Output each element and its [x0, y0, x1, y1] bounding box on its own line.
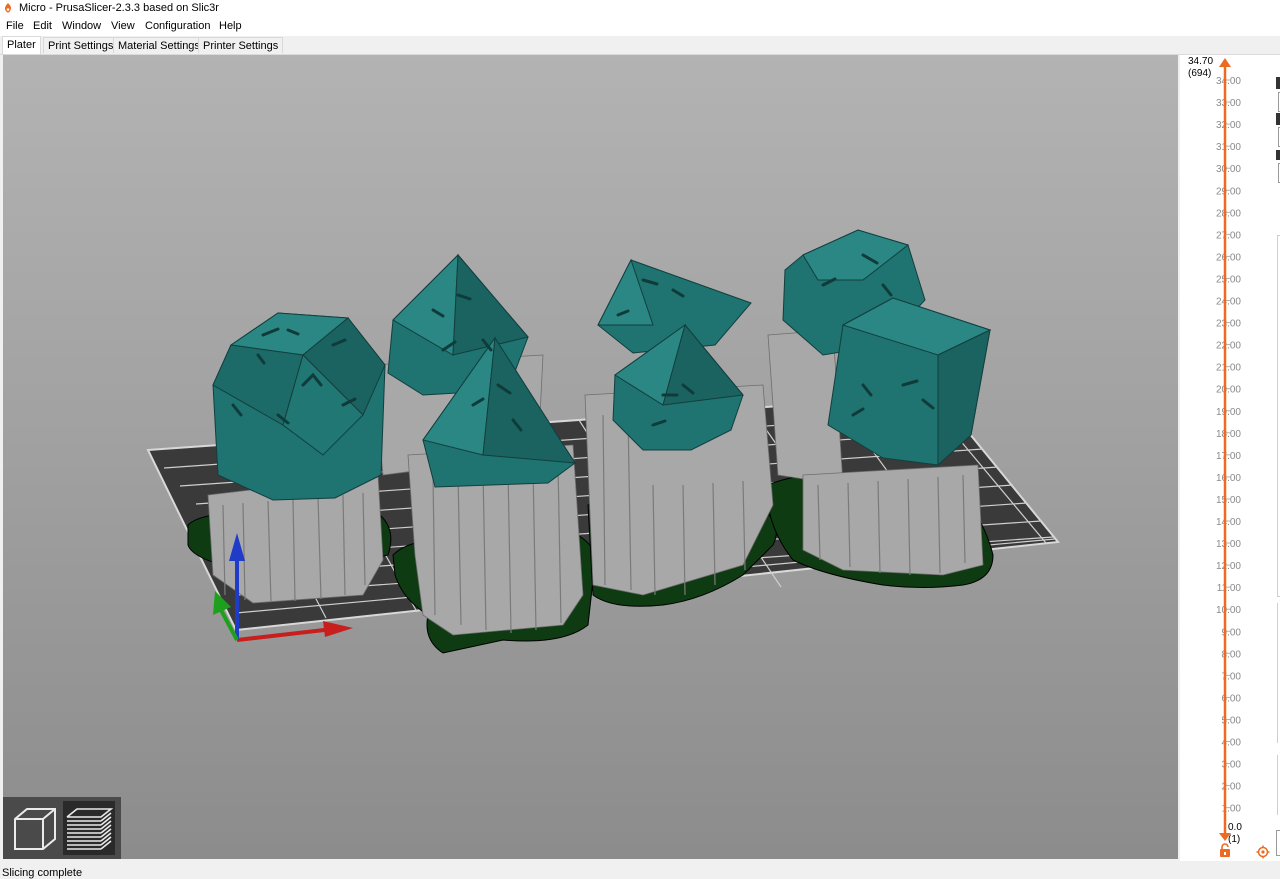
title-bar: Micro - PrusaSlicer-2.3.3 based on Slic3…	[0, 0, 1280, 17]
slider-tick-label: 19.00	[1216, 407, 1241, 418]
slider-tick-label: 26.00	[1216, 252, 1241, 263]
slider-tick-label: 33.00	[1216, 98, 1241, 109]
window-title: Micro - PrusaSlicer-2.3.3 based on Slic3…	[19, 2, 219, 14]
layer-slider[interactable]: 34.00 33.00 32.00 31.00 30.00 29.00 28.00 27.00…	[1180, 55, 1242, 861]
slider-tick-label: 30.00	[1216, 164, 1241, 175]
menu-bar: File Edit Window View Configuration Help	[0, 17, 1280, 36]
layers-icon	[66, 808, 114, 850]
sidebar-slice-button-fragment[interactable]	[1276, 830, 1280, 856]
slider-tick-label: 25.00	[1216, 274, 1241, 285]
3d-viewport[interactable]	[3, 55, 1178, 859]
cube-icon	[14, 808, 56, 850]
tab-printer-settings[interactable]: Printer Settings	[198, 37, 284, 53]
slider-tick-label: 23.00	[1216, 319, 1241, 330]
menu-edit[interactable]: Edit	[33, 20, 52, 32]
slider-ticks: 34.00 33.00 32.00 31.00 30.00 29.00 28.00 27.00…	[1216, 76, 1241, 815]
settings-gear-icon[interactable]	[1256, 845, 1270, 859]
slider-tick-label: 10.00	[1216, 605, 1241, 616]
slider-tick-label: 21.00	[1216, 363, 1241, 374]
menu-view[interactable]: View	[111, 20, 135, 32]
tab-material-settings[interactable]: Material Settings	[113, 37, 205, 53]
3d-view-button[interactable]	[9, 801, 61, 855]
slider-tick-label: 12.00	[1216, 561, 1241, 572]
slider-upper-thumb[interactable]	[1219, 58, 1231, 67]
slider-tick-label: 34.00	[1216, 76, 1241, 87]
slider-bottom-layer: (1)	[1228, 834, 1241, 845]
sidebar-label-fragment-3	[1276, 150, 1280, 160]
slider-tick-label: 24.00	[1216, 297, 1241, 308]
sidebar-label-fragment-2	[1276, 113, 1280, 125]
slider-tick-label: 20.00	[1216, 385, 1241, 396]
tab-print-settings[interactable]: Print Settings	[43, 37, 119, 53]
sidebar-label-fragment	[1276, 77, 1280, 89]
slider-tick-label: 18.00	[1216, 429, 1241, 440]
slider-tick-label: 28.00	[1216, 208, 1241, 219]
layer-slider-panel: 34.70 (694) 34.00 33.00 32.00 31.00 30.00 29.…	[1180, 55, 1247, 861]
slider-tick-label: 16.00	[1216, 473, 1241, 484]
menu-help[interactable]: Help	[219, 20, 242, 32]
prusaslicer-app-icon	[4, 3, 12, 13]
slider-tick-label: 22.00	[1216, 341, 1241, 352]
menu-file[interactable]: File	[6, 20, 24, 32]
scene-canvas[interactable]	[3, 55, 1178, 859]
right-sidebar	[1242, 55, 1280, 861]
view-toggle	[3, 797, 121, 859]
slider-tick-label: 31.00	[1216, 142, 1241, 153]
status-text: Slicing complete	[2, 867, 83, 879]
slider-tick-label: 29.00	[1216, 186, 1241, 197]
slider-tick-label: 11.00	[1217, 583, 1242, 594]
slider-tick-label: 27.00	[1216, 230, 1241, 241]
slider-tick-label: 32.00	[1216, 120, 1241, 131]
menu-window[interactable]: Window	[62, 20, 101, 32]
tab-plater[interactable]: Plater	[2, 36, 41, 54]
slider-tick-label: 15.00	[1216, 495, 1241, 506]
slider-tick-label: 14.00	[1216, 517, 1241, 528]
slider-tick-label: 13.00	[1216, 539, 1241, 550]
menu-configuration[interactable]: Configuration	[145, 20, 210, 32]
status-bar: Slicing complete	[0, 861, 1280, 879]
tab-bar: Plater Print Settings Material Settings …	[0, 36, 1280, 55]
slider-tick-label: 17.00	[1216, 451, 1241, 462]
preview-button[interactable]	[63, 801, 115, 855]
